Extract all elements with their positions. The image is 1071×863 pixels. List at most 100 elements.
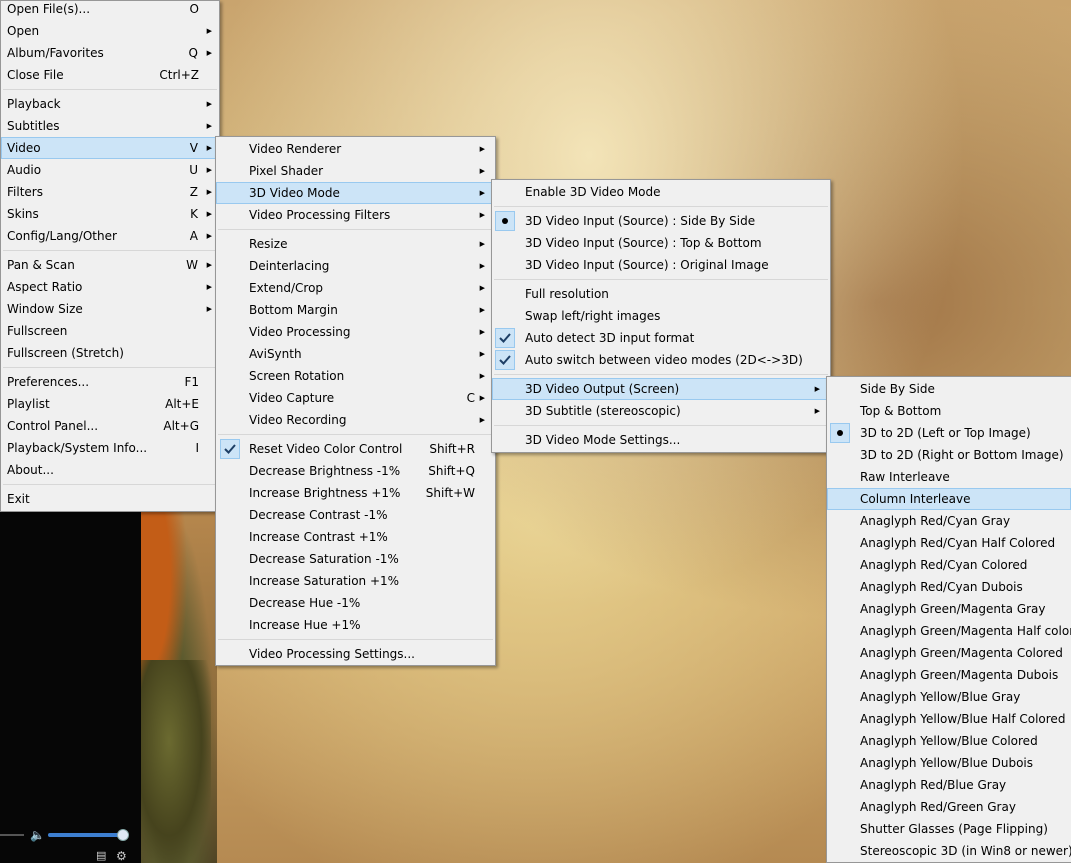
menu-item-about[interactable]: About... (1, 459, 219, 481)
menu-item-label: Swap left/right images (525, 309, 661, 323)
menu-item-video-processing-settings[interactable]: Video Processing Settings... (216, 643, 495, 665)
menu-item-config-lang-other[interactable]: Config/Lang/Other A ▶ (1, 225, 219, 247)
menu-item-shutter-glasses[interactable]: Shutter Glasses (Page Flipping) (827, 818, 1071, 840)
menu-item-label: Filters (7, 185, 43, 199)
menu-item-label: Bottom Margin (249, 303, 338, 317)
menu-item-filters[interactable]: Filters Z ▶ (1, 181, 219, 203)
menu-item-album-favorites[interactable]: Album/Favorites Q ▶ (1, 42, 219, 64)
menu-item-anaglyph[interactable]: Anaglyph Red/Cyan Dubois (827, 576, 1071, 598)
menu-item-anaglyph[interactable]: Anaglyph Red/Cyan Half Colored (827, 532, 1071, 554)
menu-item-label: Video Processing (249, 325, 351, 339)
menu-item-anaglyph[interactable]: Anaglyph Green/Magenta Gray (827, 598, 1071, 620)
menu-item-deinterlacing[interactable]: Deinterlacing ▶ (216, 255, 495, 277)
menu-item-label: Resize (249, 237, 288, 251)
menu-item-subtitles[interactable]: Subtitles ▶ (1, 115, 219, 137)
menu-item-playlist[interactable]: Playlist Alt+E (1, 393, 219, 415)
menu-item-reset-video-color-control[interactable]: Reset Video Color Control Shift+R (216, 438, 495, 460)
menu-item-full-resolution[interactable]: Full resolution (492, 283, 830, 305)
menu-item-increase-hue[interactable]: Increase Hue +1% (216, 614, 495, 636)
menu-item-anaglyph[interactable]: Anaglyph Red/Cyan Gray (827, 510, 1071, 532)
menu-item-decrease-brightness[interactable]: Decrease Brightness -1% Shift+Q (216, 460, 495, 482)
menu-item-3d-to-2d-left[interactable]: 3D to 2D (Left or Top Image) (827, 422, 1071, 444)
menu-item-decrease-saturation[interactable]: Decrease Saturation -1% (216, 548, 495, 570)
menu-item-preferences[interactable]: Preferences... F1 (1, 371, 219, 393)
menu-item-enable-3d-video-mode[interactable]: Enable 3D Video Mode (492, 181, 830, 203)
menu-item-3d-subtitle[interactable]: 3D Subtitle (stereoscopic) ▶ (492, 400, 830, 422)
menu-item-anaglyph[interactable]: Anaglyph Yellow/Blue Colored (827, 730, 1071, 752)
menu-item-input-side-by-side[interactable]: 3D Video Input (Source) : Side By Side (492, 210, 830, 232)
menu-item-window-size[interactable]: Window Size ▶ (1, 298, 219, 320)
menu-item-screen-rotation[interactable]: Screen Rotation ▶ (216, 365, 495, 387)
menu-item-bottom-margin[interactable]: Bottom Margin ▶ (216, 299, 495, 321)
menu-item-input-original-image[interactable]: 3D Video Input (Source) : Original Image (492, 254, 830, 276)
menu-item-video-processing[interactable]: Video Processing ▶ (216, 321, 495, 343)
menu-item-3d-video-output[interactable]: 3D Video Output (Screen) ▶ (492, 378, 830, 400)
menu-item-increase-saturation[interactable]: Increase Saturation +1% (216, 570, 495, 592)
menu-item-video-renderer[interactable]: Video Renderer ▶ (216, 138, 495, 160)
menu-item-anaglyph[interactable]: Anaglyph Red/Blue Gray (827, 774, 1071, 796)
triangle-right-icon: ▶ (479, 372, 485, 380)
menu-item-exit[interactable]: Exit (1, 488, 219, 510)
volume-control[interactable]: 🔈 (0, 826, 141, 844)
menu-item-column-interleave[interactable]: Column Interleave (827, 488, 1071, 510)
menu-item-label: Video (7, 141, 41, 155)
triangle-right-icon: ▶ (206, 210, 212, 218)
menu-item-shortcut: Shift+W (425, 486, 475, 500)
menu-item-increase-brightness[interactable]: Increase Brightness +1% Shift+W (216, 482, 495, 504)
menu-item-anaglyph[interactable]: Anaglyph Green/Magenta Colored (827, 642, 1071, 664)
menu-item-aspect-ratio[interactable]: Aspect Ratio ▶ (1, 276, 219, 298)
menu-item-video-processing-filters[interactable]: Video Processing Filters ▶ (216, 204, 495, 226)
menu-item-anaglyph[interactable]: Anaglyph Yellow/Blue Dubois (827, 752, 1071, 774)
menu-item-raw-interleave[interactable]: Raw Interleave (827, 466, 1071, 488)
menu-item-audio[interactable]: Audio U ▶ (1, 159, 219, 181)
menu-item-auto-detect-3d[interactable]: Auto detect 3D input format (492, 327, 830, 349)
menu-item-swap-left-right[interactable]: Swap left/right images (492, 305, 830, 327)
volume-knob[interactable] (117, 829, 129, 841)
menu-item-video-capture[interactable]: Video Capture C ▶ (216, 387, 495, 409)
menu-item-skins[interactable]: Skins K ▶ (1, 203, 219, 225)
menu-item-3d-video-mode[interactable]: 3D Video Mode ▶ (216, 182, 495, 204)
menu-item-control-panel[interactable]: Control Panel... Alt+G (1, 415, 219, 437)
menu-item-anaglyph[interactable]: Anaglyph Green/Magenta Dubois (827, 664, 1071, 686)
menu-item-open-files[interactable]: Open File(s)... O (1, 0, 219, 20)
gear-icon[interactable]: ⚙ (116, 849, 128, 863)
context-menu: Open File(s)... O Open ▶ Album/Favorites… (0, 0, 220, 512)
menu-item-increase-contrast[interactable]: Increase Contrast +1% (216, 526, 495, 548)
menu-item-resize[interactable]: Resize ▶ (216, 233, 495, 255)
menu-item-input-top-bottom[interactable]: 3D Video Input (Source) : Top & Bottom (492, 232, 830, 254)
menu-item-3d-to-2d-right[interactable]: 3D to 2D (Right or Bottom Image) (827, 444, 1071, 466)
menu-item-playback-system-info[interactable]: Playback/System Info... I (1, 437, 219, 459)
menu-item-close-file[interactable]: Close File Ctrl+Z (1, 64, 219, 86)
speaker-icon[interactable]: 🔈 (30, 827, 46, 843)
menu-item-anaglyph[interactable]: Anaglyph Yellow/Blue Gray (827, 686, 1071, 708)
menu-item-auto-switch-modes[interactable]: Auto switch between video modes (2D<->3D… (492, 349, 830, 371)
menu-item-label: Anaglyph Red/Cyan Gray (860, 514, 1011, 528)
menu-item-output-top-bottom[interactable]: Top & Bottom (827, 400, 1071, 422)
menu-item-fullscreen[interactable]: Fullscreen (1, 320, 219, 342)
menu-item-anaglyph[interactable]: Anaglyph Red/Green Gray (827, 796, 1071, 818)
menu-item-label: Playback (7, 97, 61, 111)
menu-item-avisynth[interactable]: AviSynth ▶ (216, 343, 495, 365)
menu-item-playback[interactable]: Playback ▶ (1, 93, 219, 115)
menu-item-extend-crop[interactable]: Extend/Crop ▶ (216, 277, 495, 299)
menu-item-fullscreen-stretch[interactable]: Fullscreen (Stretch) (1, 342, 219, 364)
volume-slider[interactable] (48, 833, 122, 837)
player-controls: ▤ ⚙ (92, 849, 136, 863)
menu-item-anaglyph[interactable]: Anaglyph Red/Cyan Colored (827, 554, 1071, 576)
menu-item-video[interactable]: Video V ▶ (1, 137, 219, 159)
menu-item-video-recording[interactable]: Video Recording ▶ (216, 409, 495, 431)
menu-item-pixel-shader[interactable]: Pixel Shader ▶ (216, 160, 495, 182)
playlist-icon[interactable]: ▤ (96, 849, 108, 863)
menu-item-3d-video-mode-settings[interactable]: 3D Video Mode Settings... (492, 429, 830, 451)
menu-item-stereoscopic-3d[interactable]: Stereoscopic 3D (in Win8 or newer) (827, 840, 1071, 862)
menu-item-label: Increase Contrast +1% (249, 530, 388, 544)
menu-item-output-side-by-side[interactable]: Side By Side (827, 378, 1071, 400)
menu-item-anaglyph[interactable]: Anaglyph Yellow/Blue Half Colored (827, 708, 1071, 730)
seek-track[interactable] (0, 834, 24, 836)
menu-item-decrease-contrast[interactable]: Decrease Contrast -1% (216, 504, 495, 526)
menu-item-anaglyph[interactable]: Anaglyph Green/Magenta Half colored (827, 620, 1071, 642)
player-dark-panel (0, 512, 141, 863)
menu-item-open[interactable]: Open ▶ (1, 20, 219, 42)
menu-item-pan-scan[interactable]: Pan & Scan W ▶ (1, 254, 219, 276)
menu-item-decrease-hue[interactable]: Decrease Hue -1% (216, 592, 495, 614)
